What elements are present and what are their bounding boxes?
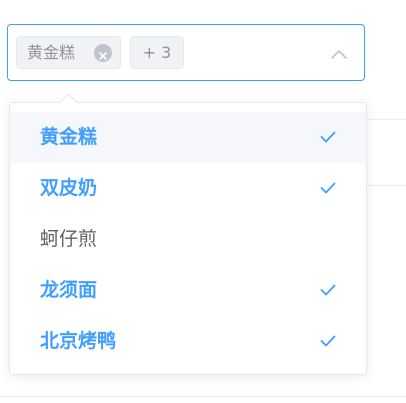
option-label: 蚵仔煎 xyxy=(40,228,98,250)
chevron-up-icon[interactable] xyxy=(330,45,348,59)
collapsed-tags-count: + 3 xyxy=(130,36,184,69)
option-label: 北京烤鸭 xyxy=(40,330,117,352)
multi-select-input[interactable]: 黄金糕 + 3 xyxy=(7,24,365,81)
check-icon xyxy=(320,131,336,143)
option-list: 黄金糕 双皮奶 蚵仔煎 龙须面 北京烤鸭 xyxy=(10,112,366,367)
check-icon xyxy=(320,284,336,296)
option-item[interactable]: 黄金糕 xyxy=(10,112,366,163)
option-label: 黄金糕 xyxy=(40,126,98,148)
option-item[interactable]: 龙须面 xyxy=(10,265,366,316)
selected-tag-label: 黄金糕 xyxy=(27,43,76,62)
select-dropdown: 黄金糕 双皮奶 蚵仔煎 龙须面 北京烤鸭 xyxy=(9,93,367,375)
dropdown-pointer xyxy=(59,93,78,112)
option-label: 双皮奶 xyxy=(40,177,98,199)
background-divider xyxy=(366,119,406,120)
option-label: 龙须面 xyxy=(40,279,98,301)
page: 黄金糕 + 3 黄金糕 双皮奶 蚵仔煎 龙须面 北京烤鸭 xyxy=(0,0,406,403)
tag-close-icon[interactable] xyxy=(94,44,112,62)
selected-tag: 黄金糕 xyxy=(16,36,121,69)
background-divider xyxy=(0,396,406,397)
check-icon xyxy=(320,182,336,194)
option-item[interactable]: 蚵仔煎 xyxy=(10,214,366,265)
check-icon xyxy=(320,335,336,347)
background-divider xyxy=(366,185,406,186)
option-item[interactable]: 双皮奶 xyxy=(10,163,366,214)
option-item[interactable]: 北京烤鸭 xyxy=(10,316,366,367)
